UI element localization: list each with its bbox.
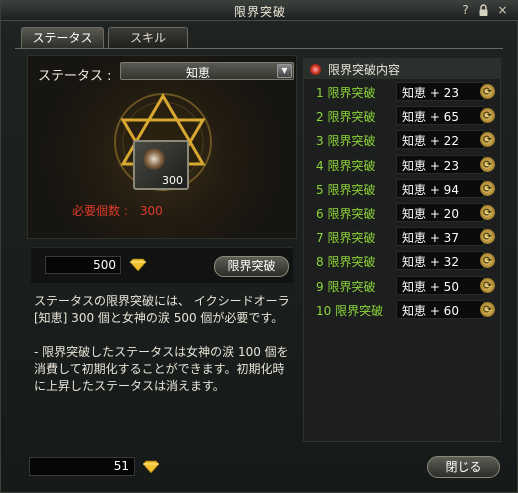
refresh-icon[interactable]: ⟳: [480, 84, 495, 99]
tears-amount: 500: [45, 256, 121, 274]
tab-divider: [15, 48, 503, 49]
breakthrough-row: 5 限界突破 知恵 + 94 ⟳: [304, 178, 500, 200]
breakthrough-row: 4 限界突破 知恵 + 23 ⟳: [304, 154, 500, 176]
bullet-icon: [310, 64, 321, 75]
lock-icon[interactable]: [476, 3, 491, 18]
currency-amount: 51: [29, 457, 135, 476]
breakthrough-value: 知恵 + 65: [402, 110, 459, 125]
breakthrough-value: 知恵 + 50: [402, 279, 459, 294]
limit-break-window: 限界突破 ? × ステータス スキル ステータス : 知恵 ▼ 300 必要個数…: [0, 0, 518, 493]
close-icon[interactable]: ×: [495, 3, 510, 18]
breakthrough-row: 2 限界突破 知恵 + 65 ⟳: [304, 105, 500, 127]
close-button[interactable]: 閉じる: [427, 456, 500, 478]
title-bar[interactable]: 限界突破 ? ×: [1, 1, 518, 21]
breakthrough-value-box: 知恵 + 22: [396, 130, 484, 150]
breakthrough-step: 7 限界突破: [316, 231, 376, 246]
chevron-down-icon[interactable]: ▼: [277, 64, 292, 78]
breakthrough-value-box: 知恵 + 65: [396, 106, 484, 126]
window-title: 限界突破: [233, 5, 286, 19]
breakthrough-value-box: 知恵 + 37: [396, 227, 484, 247]
refresh-icon[interactable]: ⟳: [480, 253, 495, 269]
item-slot[interactable]: 300: [133, 140, 189, 190]
breakthrough-step: 4 限界突破: [316, 158, 376, 173]
breakthrough-value-box: 知恵 + 32: [396, 251, 484, 271]
refresh-icon[interactable]: ⟳: [480, 180, 495, 196]
description: ステータスの限界突破には、 イクシードオーラ[知恵] 300 個と女神の涙 50…: [27, 291, 297, 441]
breakthrough-list-header: 限界突破内容: [304, 59, 500, 79]
breakthrough-value: 知恵 + 22: [402, 134, 459, 149]
breakthrough-value: 知恵 + 23: [402, 86, 459, 100]
tab-skill[interactable]: スキル: [108, 27, 188, 49]
exceed-aura-icon: [143, 148, 165, 170]
description-requirement: ステータスの限界突破には、 イクシードオーラ[知恵] 300 個と女神の涙 50…: [34, 294, 290, 325]
refresh-icon[interactable]: ⟳: [480, 229, 495, 245]
breakthrough-row: 8 限界突破 知恵 + 32 ⟳: [304, 250, 500, 272]
breakthrough-value-box: 知恵 + 23: [396, 82, 484, 101]
diamond-icon: [143, 460, 159, 473]
breakthrough-value: 知恵 + 23: [402, 158, 459, 173]
refresh-icon[interactable]: ⟳: [480, 156, 495, 172]
breakthrough-list-title: 限界突破内容: [328, 63, 401, 77]
refresh-icon[interactable]: ⟳: [480, 108, 495, 124]
refresh-icon[interactable]: ⟳: [480, 277, 495, 293]
breakthrough-row: 7 限界突破 知恵 + 37 ⟳: [304, 226, 500, 248]
refresh-icon[interactable]: ⟳: [480, 301, 495, 317]
breakthrough-step: 2 限界突破: [316, 110, 376, 125]
breakthrough-row: 9 限界突破 知恵 + 50 ⟳: [304, 275, 500, 297]
breakthrough-value-box: 知恵 + 60: [396, 299, 484, 319]
limit-break-button[interactable]: 限界突破: [214, 256, 289, 277]
tab-status[interactable]: ステータス: [21, 27, 104, 49]
breakthrough-step: 1 限界突破: [316, 86, 376, 100]
required-count: 必要個数 : 300: [72, 202, 175, 219]
breakthrough-row: 6 限界突破 知恵 + 20 ⟳: [304, 202, 500, 224]
breakthrough-value: 知恵 + 94: [402, 182, 459, 197]
breakthrough-row: 1 限界突破 知恵 + 23 ⟳: [304, 81, 500, 103]
breakthrough-value: 知恵 + 37: [402, 231, 459, 246]
breakthrough-value: 知恵 + 60: [402, 303, 459, 318]
breakthrough-step: 5 限界突破: [316, 182, 376, 197]
breakthrough-value-box: 知恵 + 50: [396, 275, 484, 295]
item-count: 300: [162, 174, 183, 187]
action-bar: 500 限界突破: [31, 247, 293, 283]
breakthrough-step: 8 限界突破: [316, 255, 376, 270]
breakthrough-value: 知恵 + 20: [402, 207, 459, 221]
required-label: 必要個数 :: [72, 204, 128, 218]
status-label: ステータス :: [38, 69, 112, 84]
breakthrough-value: 知恵 + 32: [402, 255, 459, 270]
breakthrough-row: 10 限界突破 知恵 + 60 ⟳: [304, 299, 500, 321]
required-value: 300: [139, 204, 163, 218]
help-icon[interactable]: ?: [458, 3, 473, 18]
breakthrough-step: 3 限界突破: [316, 134, 376, 149]
breakthrough-value-box: 知恵 + 23: [396, 154, 484, 174]
description-reset-note: - 限界突破したステータスは女神の涙 100 個を消費して初期化することができま…: [34, 345, 289, 393]
breakthrough-list-panel: 限界突破内容 1 限界突破 知恵 + 23 ⟳ 2 限界突破 知恵 + 65 ⟳ 3 限界突…: [303, 58, 501, 442]
refresh-icon[interactable]: ⟳: [480, 205, 495, 220]
breakthrough-step: 9 限界突破: [316, 279, 376, 294]
refresh-icon[interactable]: ⟳: [480, 132, 495, 148]
status-dropdown[interactable]: 知恵 ▼: [120, 62, 294, 80]
breakthrough-value-box: 知恵 + 20: [396, 203, 484, 222]
status-selected-value: 知恵: [185, 66, 210, 80]
breakthrough-row: 3 限界突破 知恵 + 22 ⟳: [304, 129, 500, 151]
breakthrough-step: 6 限界突破: [316, 207, 376, 221]
breakthrough-value-box: 知恵 + 94: [396, 178, 484, 198]
status-panel: ステータス : 知恵 ▼ 300 必要個数 : 300: [27, 55, 297, 239]
diamond-icon: [130, 258, 146, 271]
breakthrough-step: 10 限界突破: [316, 303, 384, 318]
